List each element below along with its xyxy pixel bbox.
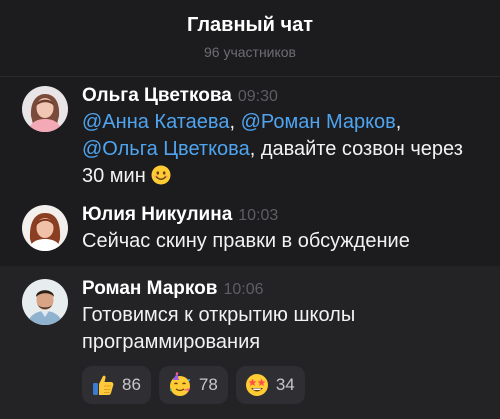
chat-title: Главный чат (186, 14, 313, 36)
author-name[interactable]: Юлия Никулина (82, 204, 232, 225)
reaction-party[interactable]: 78 (158, 366, 228, 404)
message-header: Юлия Никулина 10:03 (82, 203, 484, 228)
thumbs-up-icon (93, 375, 114, 395)
message-time: 10:03 (238, 207, 279, 224)
message-text: Сейчас скину правки в обсуждение (82, 230, 410, 252)
reaction-thumbs-up[interactable]: 86 (82, 366, 151, 404)
message-item[interactable]: Ольга Цветкова 09:30 @Анна Катаева, @Рома… (0, 84, 500, 190)
member-count: 96 участников (203, 44, 296, 60)
partying-face-icon (169, 372, 190, 396)
message-header: Ольга Цветкова 09:30 (82, 84, 484, 109)
mention-link[interactable]: @Ольга Цветкова (82, 138, 250, 160)
chat-screen: Главный чат 96 участников Ольга Цветкова… (0, 0, 500, 419)
author-name[interactable]: Ольга Цветкова (82, 85, 232, 106)
message-item[interactable]: Роман Марков 10:06 Готовимся к открытию ш… (0, 277, 500, 356)
avatar[interactable] (22, 86, 68, 132)
reaction-count: 78 (198, 375, 218, 394)
smiling-face-icon (151, 165, 171, 185)
chat-header[interactable]: Главный чат 96 участников (0, 0, 500, 77)
mention-link[interactable]: @Анна Катаева (82, 111, 229, 133)
separator: , (395, 111, 402, 133)
avatar[interactable] (22, 205, 68, 251)
mention-link[interactable]: @Роман Марков (241, 111, 396, 133)
message-text: @Анна Катаева, @Роман Марков, @Ольга Цве… (82, 109, 484, 190)
message-header: Роман Марков 10:06 (82, 277, 484, 302)
author-name[interactable]: Роман Марков (82, 278, 217, 299)
avatar[interactable] (22, 279, 68, 325)
message-time: 09:30 (237, 88, 278, 105)
reaction-star-struck[interactable]: 34 (235, 366, 305, 404)
message-time: 10:06 (223, 281, 264, 298)
message-item[interactable]: Юлия Никулина 10:03 Сейчас скину правки в… (0, 203, 500, 255)
star-struck-icon (245, 374, 268, 396)
message-text: Готовимся к открытию школы программирова… (82, 304, 356, 353)
separator: , (229, 111, 241, 133)
reaction-count: 86 (122, 375, 141, 394)
reactions-bar: 86 78 34 (82, 366, 305, 404)
reaction-count: 34 (275, 375, 295, 394)
